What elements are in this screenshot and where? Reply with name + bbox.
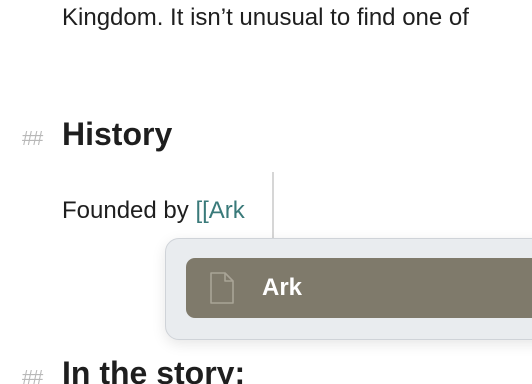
document-icon [208,272,236,304]
autocomplete-popup: Ark [165,238,532,340]
heading-in-the-story: ## In the story: [22,355,245,384]
autocomplete-item-label: Ark [262,274,303,301]
paragraph-text: Kingdom. It isn’t unusual to find one of [62,4,469,31]
wikilink-input[interactable]: [[Ark [195,197,244,224]
paragraph-prefix-text: Founded by [62,197,196,224]
autocomplete-item-ark[interactable]: Ark [186,258,532,318]
heading-history: ## History [22,116,172,153]
heading-marker: ## [22,128,43,150]
text-cursor [272,172,274,238]
heading-title: History [62,116,173,152]
note-editor[interactable]: Kingdom. It isn’t unusual to find one of… [0,0,532,384]
paragraph-founded[interactable]: Founded by [[Ark [62,196,245,226]
heading-marker: ## [22,367,43,384]
heading-title: In the story: [62,355,246,384]
